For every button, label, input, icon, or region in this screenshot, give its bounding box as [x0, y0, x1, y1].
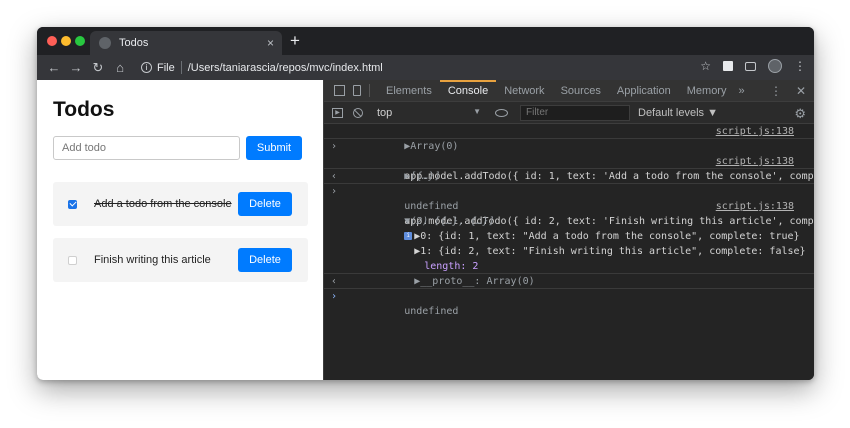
tab-strip: Todos × + [37, 27, 814, 55]
list-item: Finish writing this article Delete [53, 238, 308, 282]
console-line: ‹ undefined [324, 274, 814, 317]
todo-text[interactable]: Add a todo from the console [94, 198, 238, 210]
close-window-button[interactable] [47, 36, 57, 46]
context-value: top [377, 106, 393, 119]
console-line: length: 2 [424, 261, 479, 272]
sidebar-toggle-icon[interactable]: ▶ [332, 107, 343, 118]
home-icon[interactable]: ⌂ [109, 60, 131, 75]
devtools-panel: Elements Console Network Sources Applica… [323, 79, 814, 380]
tab-console[interactable]: Console [439, 79, 497, 102]
console-line: ‹ undefined [324, 169, 814, 212]
url-text[interactable]: /Users/taniarascia/repos/mvc/index.html [188, 62, 383, 74]
submit-button[interactable]: Submit [246, 136, 302, 160]
browser-tab[interactable]: Todos × [90, 31, 282, 55]
console-line: ▼(2) [{…}, {…}] i script.js:138 [404, 199, 794, 240]
close-icon[interactable]: ✕ [796, 84, 806, 98]
toolbar-actions: ☆ ⋮ [700, 59, 806, 73]
input-prompt-icon: › [331, 291, 338, 302]
input-prompt-icon: › [331, 141, 338, 152]
menu-dots-icon[interactable]: ⋮ [770, 84, 782, 98]
inspect-element-icon[interactable] [334, 85, 345, 96]
globe-icon [99, 37, 111, 49]
devtools-actions: ⋮ ✕ [770, 84, 806, 98]
reload-icon[interactable]: ↻ [87, 60, 109, 76]
tab-application[interactable]: Application [609, 80, 679, 102]
camera-icon[interactable] [745, 61, 756, 71]
star-icon[interactable]: ☆ [700, 59, 711, 73]
browser-window: Todos × + ← → ↻ ⌂ i File /Users/taniaras… [37, 27, 814, 380]
console-line: ▶0: {id: 1, text: "Add a todo from the c… [414, 231, 800, 242]
extension-icon[interactable] [723, 61, 733, 71]
console-line: ▶__proto__: Array(0) [324, 259, 814, 287]
console-output: ▶Array(0) script.js:138 › app.model.addT… [324, 124, 814, 317]
console-line: ▶1: {id: 2, text: "Finish writing this a… [414, 246, 806, 257]
todo-checkbox[interactable] [68, 255, 77, 265]
tab-network[interactable]: Network [496, 80, 552, 102]
info-icon[interactable]: i [141, 62, 152, 73]
menu-dots-icon[interactable]: ⋮ [794, 59, 806, 73]
console-prompt[interactable]: › [324, 289, 814, 304]
source-link[interactable]: script.js:138 [716, 124, 794, 139]
source-link[interactable]: script.js:138 [716, 154, 794, 169]
console-line: ▶[{…}] script.js:138 [324, 154, 814, 182]
gear-icon[interactable]: ⚙ [794, 106, 806, 122]
avatar[interactable] [768, 59, 782, 73]
address-bar[interactable]: i File /Users/taniarascia/repos/mvc/inde… [141, 58, 706, 78]
more-tabs-button[interactable]: » [738, 85, 744, 97]
console-line: › app.model.addTodo({ id: 2, text: 'Fini… [324, 184, 814, 227]
devtools-tabs: Elements Console Network Sources Applica… [324, 79, 814, 102]
browser-toolbar: ← → ↻ ⌂ i File /Users/taniarascia/repos/… [37, 55, 814, 80]
browser-content: Todos Submit Add a todo from the console… [37, 79, 814, 380]
device-toolbar-icon[interactable] [353, 85, 361, 96]
minimize-window-button[interactable] [61, 36, 71, 46]
output-arrow-icon: ‹ [331, 276, 338, 287]
input-prompt-icon: › [331, 186, 338, 197]
new-tab-button[interactable]: + [290, 31, 300, 51]
page-title: Todos [53, 98, 115, 121]
address-divider [180, 61, 182, 74]
log-levels-select[interactable]: Default levels ▼ [638, 107, 718, 119]
divider [369, 84, 370, 97]
add-todo-input[interactable] [53, 136, 240, 160]
todo-app: Todos Submit Add a todo from the console… [37, 80, 323, 380]
close-icon[interactable]: × [267, 36, 274, 50]
list-item: Add a todo from the console Delete [53, 182, 308, 226]
filter-input[interactable] [520, 104, 630, 121]
clear-console-icon[interactable] [353, 107, 363, 118]
url-scheme: File [157, 61, 175, 74]
forward-arrow-icon[interactable]: → [65, 60, 87, 75]
todo-checkbox[interactable] [68, 199, 77, 209]
delete-button[interactable]: Delete [238, 248, 292, 272]
back-arrow-icon[interactable]: ← [43, 60, 65, 75]
todo-text[interactable]: Finish writing this article [94, 254, 238, 266]
tab-elements[interactable]: Elements [378, 80, 440, 102]
console-toolbar: ▶ top ▼ Default levels ▼ ⚙ [324, 102, 814, 124]
source-link[interactable]: script.js:138 [716, 199, 794, 214]
tab-title: Todos [119, 37, 149, 49]
maximize-window-button[interactable] [75, 36, 85, 46]
tab-sources[interactable]: Sources [553, 80, 609, 102]
console-line: › app.model.addTodo({ id: 1, text: 'Add … [324, 139, 814, 182]
caret-down-icon: ▼ [473, 106, 481, 116]
eye-icon[interactable] [495, 108, 508, 117]
context-select[interactable]: top ▼ [377, 107, 481, 119]
output-arrow-icon: ‹ [331, 171, 338, 182]
console-line: ▶Array(0) script.js:138 [324, 124, 814, 152]
delete-button[interactable]: Delete [238, 192, 292, 216]
tab-memory[interactable]: Memory [679, 80, 735, 102]
